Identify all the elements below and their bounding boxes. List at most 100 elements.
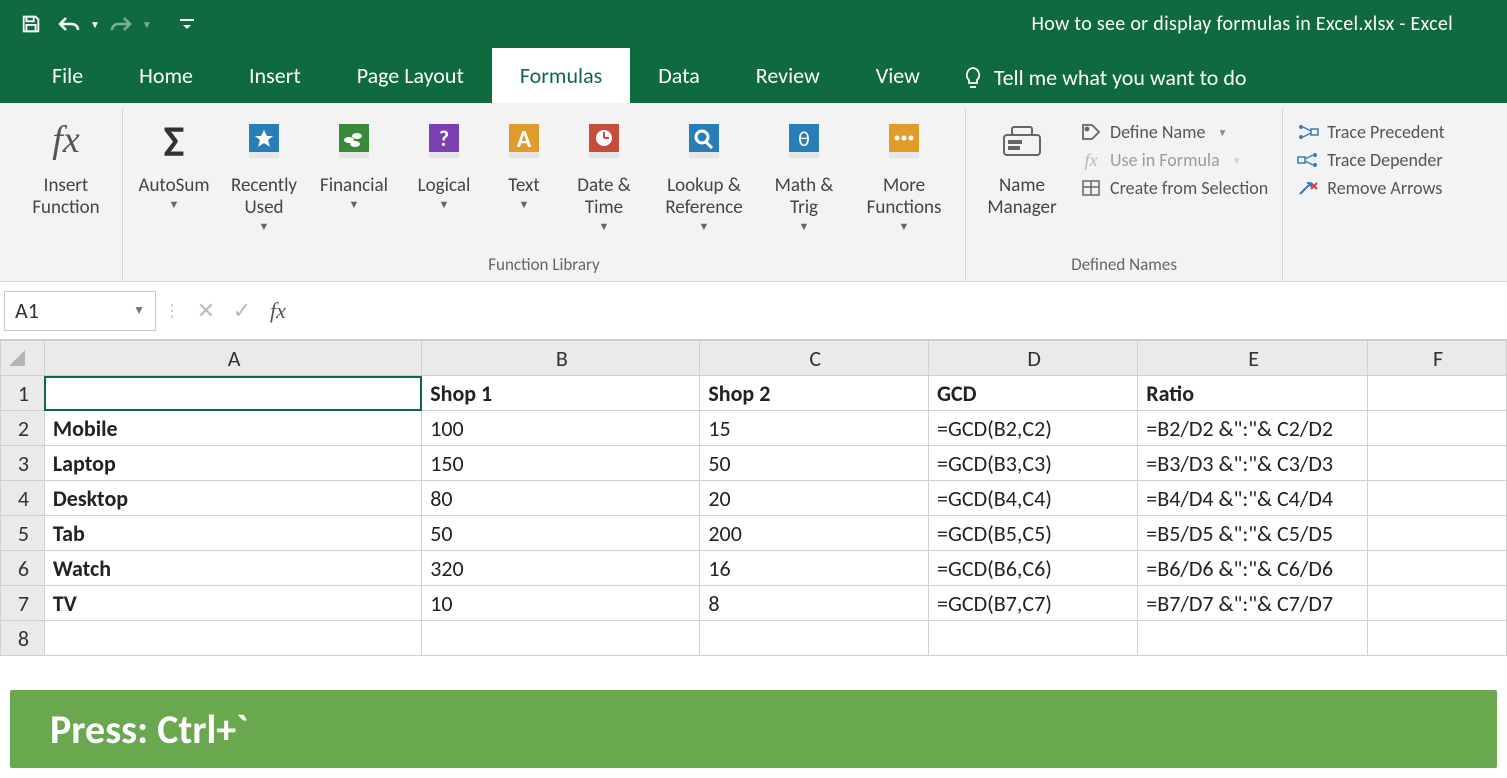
cell[interactable]: =B3/D3 &":"& C3/D3 (1138, 446, 1368, 481)
financial-button[interactable]: Financial ▼ (309, 115, 399, 211)
cell[interactable] (1368, 481, 1507, 516)
trace-precedents-button[interactable]: Trace Precedent (1297, 121, 1444, 143)
row-header[interactable]: 4 (1, 481, 45, 516)
save-icon[interactable] (14, 8, 48, 40)
cell[interactable]: 320 (422, 551, 700, 586)
cell[interactable]: Shop 2 (700, 376, 929, 411)
cell[interactable]: =B4/D4 &":"& C4/D4 (1138, 481, 1368, 516)
column-header[interactable]: E (1138, 341, 1368, 376)
row-header[interactable]: 1 (1, 376, 45, 411)
cell[interactable]: =B7/D7 &":"& C7/D7 (1138, 586, 1368, 621)
tab-page-layout[interactable]: Page Layout (329, 48, 492, 103)
column-header[interactable]: F (1368, 341, 1507, 376)
tell-me-box[interactable]: Tell me what you want to do (962, 52, 1247, 103)
cell[interactable]: 50 (422, 516, 700, 551)
row-header[interactable]: 6 (1, 551, 45, 586)
cell[interactable]: GCD (929, 376, 1138, 411)
row-header[interactable]: 7 (1, 586, 45, 621)
cell[interactable] (1368, 411, 1507, 446)
lookup-button[interactable]: Lookup & Reference ▼ (649, 115, 759, 233)
undo-icon[interactable] (52, 8, 86, 40)
column-header[interactable]: D (929, 341, 1138, 376)
cell[interactable]: 200 (700, 516, 929, 551)
more-functions-button[interactable]: More Functions ▼ (849, 115, 959, 233)
cell[interactable]: =GCD(B7,C7) (929, 586, 1138, 621)
cell[interactable] (1368, 621, 1507, 656)
cell[interactable]: =B2/D2 &":"& C2/D2 (1138, 411, 1368, 446)
text-button[interactable]: A Text ▼ (489, 115, 559, 211)
cell[interactable]: =B5/D5 &":"& C5/D5 (1138, 516, 1368, 551)
insert-function-button[interactable]: fx Insert Function (16, 115, 116, 219)
tab-insert[interactable]: Insert (221, 48, 329, 103)
column-header[interactable]: A (44, 341, 421, 376)
name-manager-button[interactable]: Name Manager (972, 115, 1072, 219)
cell[interactable]: 15 (700, 411, 929, 446)
cell[interactable]: =GCD(B4,C4) (929, 481, 1138, 516)
formula-bar-input[interactable] (296, 291, 1503, 331)
cell[interactable]: Laptop (44, 446, 421, 481)
cancel-formula-button[interactable]: ✕ (188, 293, 224, 329)
row-header[interactable]: 3 (1, 446, 45, 481)
remove-arrows-button[interactable]: Remove Arrows (1297, 177, 1444, 199)
column-header[interactable]: B (422, 341, 700, 376)
create-from-selection-button[interactable]: Create from Selection (1080, 177, 1268, 199)
cell[interactable] (422, 621, 700, 656)
cell[interactable]: Mobile (44, 411, 421, 446)
tab-home[interactable]: Home (111, 48, 221, 103)
cell[interactable]: 150 (422, 446, 700, 481)
cell[interactable]: =B6/D6 &":"& C6/D6 (1138, 551, 1368, 586)
trace-dependents-button[interactable]: Trace Depender (1297, 149, 1444, 171)
math-trig-button[interactable]: θ Math & Trig ▼ (759, 115, 849, 233)
qat-customize-icon[interactable] (170, 8, 204, 40)
cell[interactable]: Shop 1 (422, 376, 700, 411)
cell[interactable]: Watch (44, 551, 421, 586)
cell[interactable]: =GCD(B5,C5) (929, 516, 1138, 551)
row-header[interactable]: 2 (1, 411, 45, 446)
cell[interactable]: 80 (422, 481, 700, 516)
cell[interactable] (44, 621, 421, 656)
cell[interactable]: TV (44, 586, 421, 621)
cell[interactable]: Desktop (44, 481, 421, 516)
row-header[interactable]: 5 (1, 516, 45, 551)
cell[interactable]: Tab (44, 516, 421, 551)
tab-data[interactable]: Data (630, 48, 728, 103)
column-header[interactable]: C (700, 341, 929, 376)
cell[interactable] (1368, 446, 1507, 481)
use-in-formula-button[interactable]: fx Use in Formula ▼ (1080, 149, 1268, 171)
cell[interactable] (44, 376, 421, 411)
cell[interactable]: 50 (700, 446, 929, 481)
enter-formula-button[interactable]: ✓ (224, 293, 260, 329)
cell[interactable]: 8 (700, 586, 929, 621)
cell[interactable]: 10 (422, 586, 700, 621)
tab-review[interactable]: Review (728, 48, 848, 103)
date-time-button[interactable]: Date & Time ▼ (559, 115, 649, 233)
name-box[interactable]: A1 ▼ (4, 291, 156, 331)
cell[interactable]: 16 (700, 551, 929, 586)
select-all-corner[interactable] (1, 341, 45, 376)
tab-formulas[interactable]: Formulas (492, 48, 630, 103)
cell[interactable] (1138, 621, 1368, 656)
tab-view[interactable]: View (848, 48, 948, 103)
cell[interactable]: 100 (422, 411, 700, 446)
cell[interactable] (700, 621, 929, 656)
autosum-button[interactable]: Σ AutoSum ▼ (129, 115, 219, 211)
row-header[interactable]: 8 (1, 621, 45, 656)
cell[interactable]: =GCD(B2,C2) (929, 411, 1138, 446)
cell[interactable]: 20 (700, 481, 929, 516)
redo-dropdown-icon[interactable]: ▼ (142, 18, 152, 31)
cell[interactable]: =GCD(B6,C6) (929, 551, 1138, 586)
cell[interactable]: =GCD(B3,C3) (929, 446, 1138, 481)
recently-used-button[interactable]: Recently Used ▼ (219, 115, 309, 233)
cell[interactable] (1368, 551, 1507, 586)
redo-icon[interactable] (104, 8, 138, 40)
logical-button[interactable]: ? Logical ▼ (399, 115, 489, 211)
tab-file[interactable]: File (24, 48, 111, 103)
undo-dropdown-icon[interactable]: ▼ (90, 18, 100, 31)
cell[interactable] (1368, 516, 1507, 551)
cell[interactable] (929, 621, 1138, 656)
define-name-button[interactable]: Define Name ▼ (1080, 121, 1268, 143)
cell[interactable] (1368, 376, 1507, 411)
fx-button[interactable]: fx (260, 293, 296, 329)
cell[interactable] (1368, 586, 1507, 621)
cell[interactable]: Ratio (1138, 376, 1368, 411)
